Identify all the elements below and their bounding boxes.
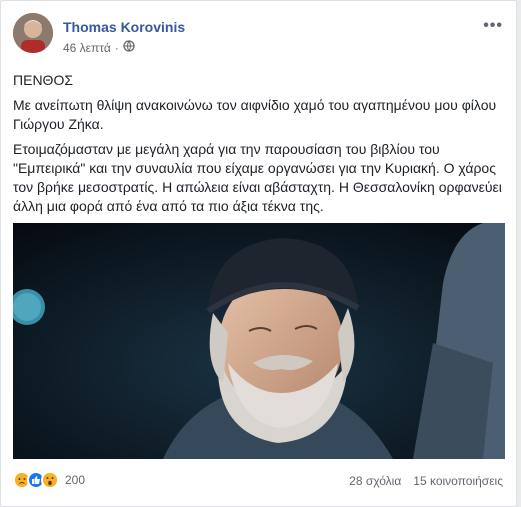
post-meta: 46 λεπτά ·: [63, 40, 135, 55]
post-header: Thomas Korovinis 46 λεπτά · •••: [13, 13, 503, 57]
post-stats: 28 σχόλια 15 κοινοποιήσεις: [349, 474, 503, 488]
author-name[interactable]: Thomas Korovinis: [63, 19, 185, 35]
comments-count-link[interactable]: 28 σχόλια: [349, 474, 401, 488]
post-paragraph-title: ΠΕΝΘΟΣ: [13, 72, 73, 88]
post-paragraph: Ετοιμαζόμασταν με μεγάλη χαρά για την πα…: [13, 141, 502, 214]
post-footer: 200 28 σχόλια 15 κοινοποιήσεις: [13, 471, 503, 491]
post-paragraph: Με ανείπωτη θλίψη ανακοινώνω τον αιφνίδι…: [13, 97, 497, 132]
reactions-summary[interactable]: 200: [13, 471, 85, 489]
post-time[interactable]: 46 λεπτά: [63, 41, 111, 55]
shares-count-link[interactable]: 15 κοινοποιήσεις: [413, 474, 503, 488]
post-card: Thomas Korovinis 46 λεπτά · ••• ΠΕΝΘΟΣ Μ…: [0, 0, 517, 507]
avatar[interactable]: [13, 13, 53, 53]
post-photo[interactable]: [13, 223, 505, 459]
reaction-count[interactable]: 200: [65, 473, 85, 487]
more-options-icon[interactable]: •••: [483, 17, 503, 35]
wow-reaction-icon: [41, 471, 59, 489]
post-text: ΠΕΝΘΟΣ Με ανείπωτη θλίψη ανακοινώνω τον …: [13, 71, 508, 222]
globe-icon[interactable]: [123, 40, 135, 55]
